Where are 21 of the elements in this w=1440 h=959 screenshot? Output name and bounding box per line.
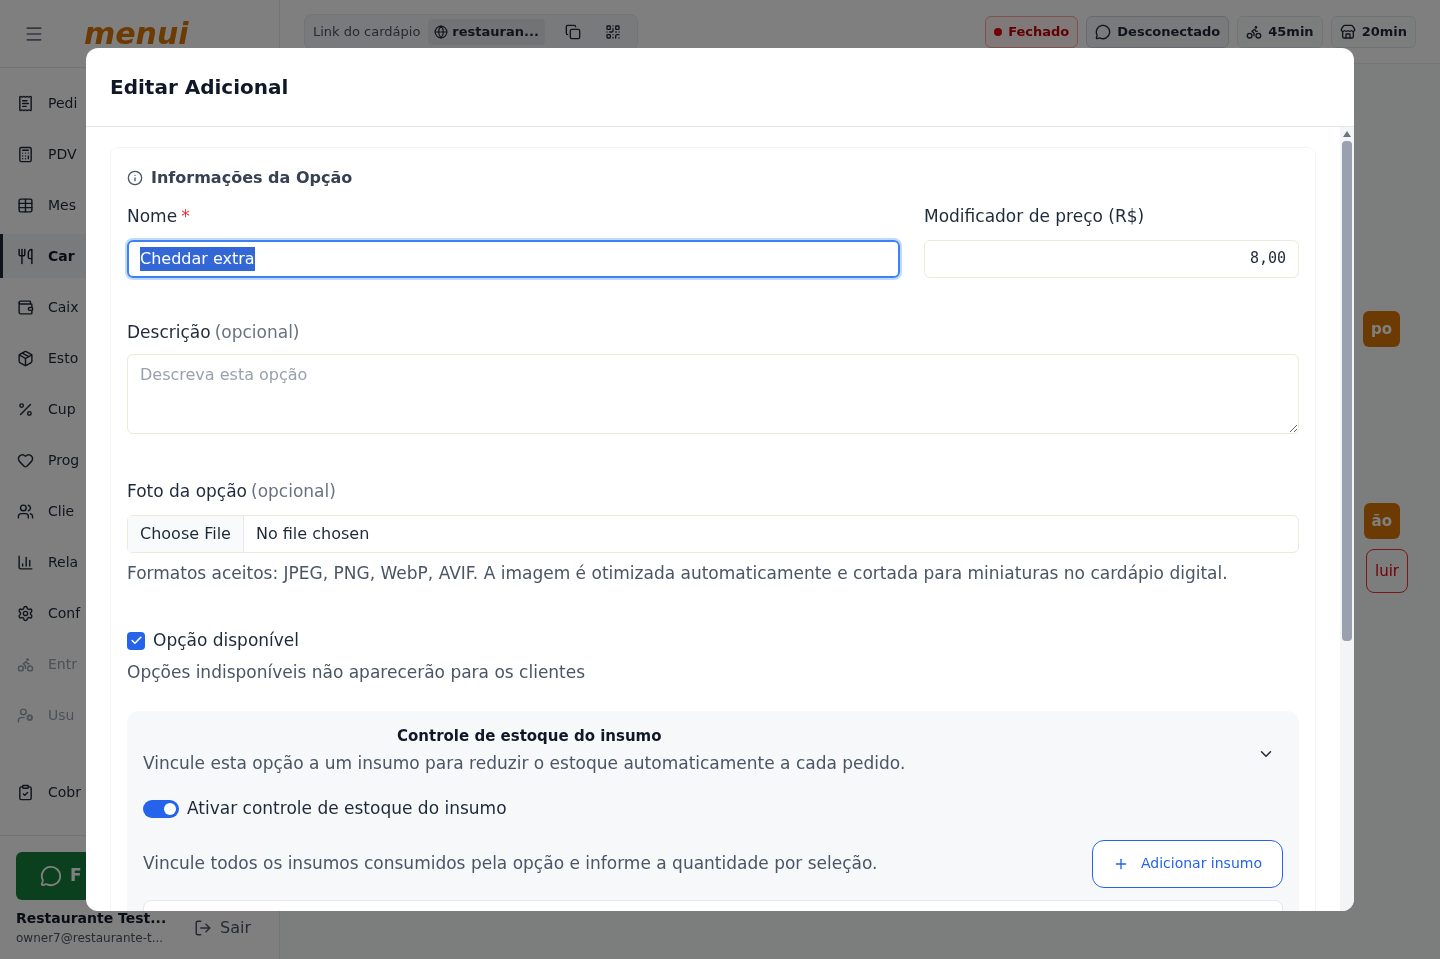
link-label: Link do cardápio — [313, 22, 421, 41]
file-status: No file chosen — [255, 522, 370, 545]
user-email: owner7@restaurante-t... — [16, 930, 165, 947]
field-label: Descrição — [127, 320, 211, 344]
field-label: Nome — [127, 205, 178, 228]
field-label: Modificador de preço (R$) — [924, 205, 1146, 228]
optional-label: (opcional) — [214, 320, 300, 344]
panel-hint: Vincule todos os insumos consumidos pela opção e informe a quantidade por seleção. — [143, 851, 878, 875]
optional-label: (opcional) — [251, 480, 336, 503]
toggle-label: Ativar controle de estoque do insumo — [187, 797, 507, 820]
checkbox-label: Opção disponível — [153, 629, 300, 652]
help-text: Formatos aceitos: JPEG, PNG, WebP, AVIF. A imagem é otimizada automaticamente e cortada para miniaturas no cardápio digital. — [127, 561, 1229, 585]
logo: menui — [84, 15, 189, 53]
panel-title: Controle de estoque do insumo — [397, 726, 663, 747]
section-title: Informações da Opção — [151, 167, 353, 189]
help-text: Opções indisponíveis não aparecerão para os clientes — [127, 660, 587, 684]
modal-title: Editar Adicional — [110, 74, 289, 101]
field-label: Foto da opção — [127, 480, 247, 503]
user-name: Restaurante Test... — [16, 909, 167, 928]
required-mark: * — [181, 205, 190, 228]
panel-description: Vincule esta opção a um insumo para reduzir o estoque automaticamente a cada pedido. — [143, 751, 906, 775]
